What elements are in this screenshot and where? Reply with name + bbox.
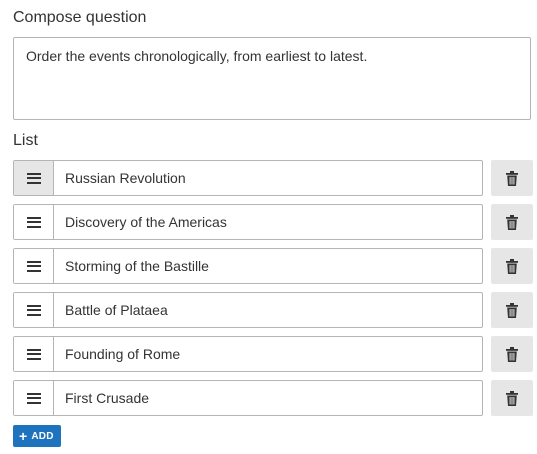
drag-handle-icon <box>26 260 41 272</box>
trash-icon <box>506 258 518 274</box>
delete-item-button[interactable] <box>491 292 533 328</box>
list-item-field: Storming of the Bastille <box>13 248 483 284</box>
delete-item-button[interactable] <box>491 336 533 372</box>
list-item-field: Founding of Rome <box>13 336 483 372</box>
question-text-editor[interactable]: Order the events chronologically, from e… <box>13 37 531 120</box>
drag-handle[interactable] <box>14 381 54 415</box>
drag-handle-icon <box>26 172 41 184</box>
drag-handle-icon <box>26 304 41 316</box>
drag-handle[interactable] <box>14 293 54 327</box>
list-item: Russian Revolution <box>13 160 533 196</box>
trash-icon <box>506 170 518 186</box>
list-item-field: Discovery of the Americas <box>13 204 483 240</box>
list-item: Storming of the Bastille <box>13 248 533 284</box>
delete-item-button[interactable] <box>491 160 533 196</box>
drag-handle[interactable] <box>14 161 54 195</box>
list-item: Discovery of the Americas <box>13 204 533 240</box>
trash-icon <box>506 390 518 406</box>
drag-handle[interactable] <box>14 337 54 371</box>
list-heading: List <box>13 132 38 149</box>
trash-icon <box>506 214 518 230</box>
sortable-list: Russian Revolution Discovery of the Amer <box>13 160 533 424</box>
plus-icon: + <box>19 428 28 444</box>
add-button-label: ADD <box>31 430 54 442</box>
list-item-field: Battle of Plataea <box>13 292 483 328</box>
add-item-button[interactable]: + ADD <box>13 425 61 447</box>
delete-item-button[interactable] <box>491 248 533 284</box>
list-item-input[interactable]: Battle of Plataea <box>54 293 482 327</box>
compose-question-heading: Compose question <box>13 9 147 26</box>
drag-handle-icon <box>26 348 41 360</box>
list-item-field: Russian Revolution <box>13 160 483 196</box>
compose-question-panel: Compose question Order the events chrono… <box>0 0 537 454</box>
list-item: Founding of Rome <box>13 336 533 372</box>
delete-item-button[interactable] <box>491 380 533 416</box>
list-item-input[interactable]: Discovery of the Americas <box>54 205 482 239</box>
drag-handle[interactable] <box>14 205 54 239</box>
list-item: Battle of Plataea <box>13 292 533 328</box>
delete-item-button[interactable] <box>491 204 533 240</box>
trash-icon <box>506 302 518 318</box>
trash-icon <box>506 346 518 362</box>
list-item: First Crusade <box>13 380 533 416</box>
list-item-input[interactable]: Founding of Rome <box>54 337 482 371</box>
list-item-input[interactable]: Storming of the Bastille <box>54 249 482 283</box>
list-item-field: First Crusade <box>13 380 483 416</box>
list-item-input[interactable]: First Crusade <box>54 381 482 415</box>
drag-handle-icon <box>26 216 41 228</box>
list-item-input[interactable]: Russian Revolution <box>54 161 482 195</box>
drag-handle-icon <box>26 392 41 404</box>
drag-handle[interactable] <box>14 249 54 283</box>
